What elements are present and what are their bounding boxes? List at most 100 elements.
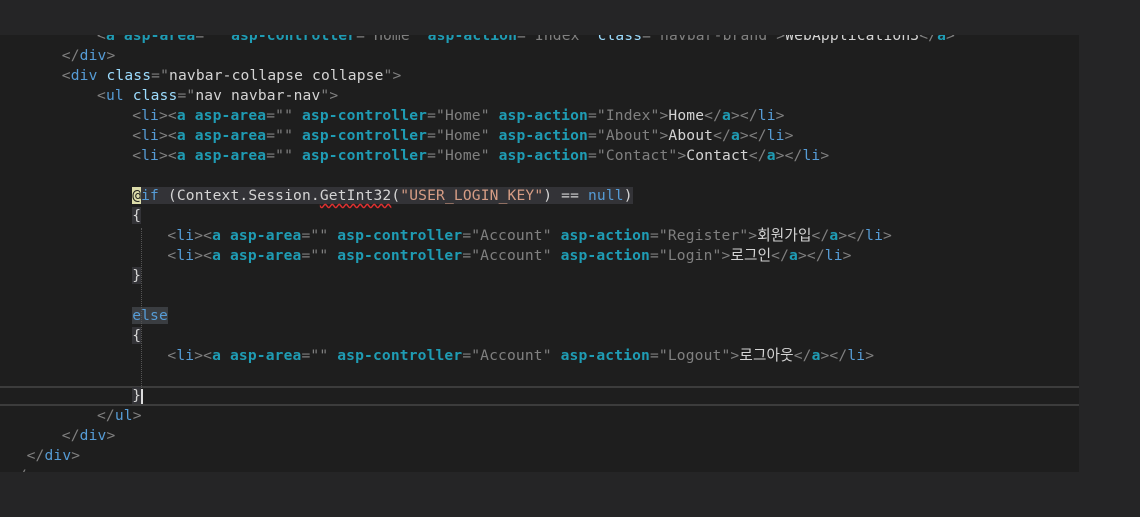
code-token-tag: ul (114, 407, 133, 424)
code-line[interactable]: <div class="navbar-collapse collapse"> (0, 66, 1079, 86)
code-token-punct: > (132, 407, 142, 424)
code-token-punct: ></ (838, 227, 866, 244)
code-token-punct: ="Home" (427, 127, 499, 144)
code-line[interactable]: <ul class="nav navbar-nav"> (0, 86, 1079, 106)
code-token-punct: </ (748, 147, 767, 164)
code-token-attr: class (597, 35, 643, 44)
code-token-tagattr: asp-area (123, 35, 196, 44)
code-token-punct: >< (194, 347, 213, 364)
code-token-punct: > (946, 35, 955, 44)
code-token-punct: ="" (266, 127, 302, 144)
code-token-text: 로그아웃 (739, 347, 794, 364)
code-token-tag: li (176, 247, 195, 264)
code-token-kw: null (587, 187, 624, 204)
code-token-brace: { (132, 207, 142, 224)
code-token-tag: nav (27, 467, 54, 472)
code-line[interactable]: </div> (0, 426, 1079, 446)
code-token-punct: ="Home" (356, 35, 428, 44)
code-line[interactable]: else (0, 306, 1079, 326)
code-token-punct: </ (811, 227, 830, 244)
code-line[interactable]: <li><a asp-area="" asp-controller="Accou… (0, 346, 1079, 366)
code-token-punct: > (106, 427, 116, 444)
code-line[interactable]: <a asp-area="" asp-controller="Home" asp… (0, 35, 1079, 46)
code-token-tagattr: asp-action (560, 227, 650, 244)
code-token-punct: ="" (301, 247, 338, 264)
code-token-punct: </ (919, 35, 938, 44)
code-token-tagname: a (212, 247, 230, 264)
code-line[interactable]: </div> (0, 446, 1079, 466)
code-token-punct: ="Register"> (650, 227, 758, 244)
code-token-punct: > (784, 127, 794, 144)
code-line[interactable]: <li><a asp-area="" asp-controller="Home"… (0, 106, 1079, 126)
code-token-tag: div (79, 427, 107, 444)
code-token-punct: </ (713, 127, 731, 144)
code-token-tag: li (141, 147, 159, 164)
code-token-csharp: ( (391, 187, 401, 204)
code-token-punct: < (97, 35, 106, 44)
code-line[interactable]: } (0, 386, 1079, 406)
code-token-punct: >< (194, 227, 213, 244)
text-caret (141, 388, 144, 404)
code-token-punct: ="" (266, 107, 302, 124)
code-token-tag: div (44, 447, 72, 464)
code-token-punct: ="Account" (462, 247, 561, 264)
code-token-tagattr: asp-controller (231, 35, 357, 44)
code-token-tagname: a (722, 107, 731, 124)
code-token-punct: > (71, 447, 81, 464)
code-token-tagattr: asp-controller (302, 107, 428, 124)
code-token-tag: li (141, 107, 159, 124)
code-token-punct: ="Logout"> (650, 347, 740, 364)
code-line[interactable]: <li><a asp-area="" asp-controller="Accou… (0, 246, 1079, 266)
code-token-str: navbar-collapse collapse (169, 67, 384, 84)
code-token-punct: > (820, 147, 830, 164)
code-token-punct: >< (194, 247, 213, 264)
code-token-punct: > (106, 47, 116, 64)
code-token-kw: if (141, 187, 159, 204)
code-token-punct: </ (61, 47, 80, 64)
indent-guide (141, 228, 143, 388)
code-line[interactable]: { (0, 326, 1079, 346)
code-token-method: GetInt32 (319, 187, 392, 204)
code-token-text: About (668, 127, 714, 144)
code-token-punct: </ (9, 467, 27, 472)
code-line[interactable]: </div> (0, 46, 1079, 66)
code-token-punct: ></ (797, 247, 825, 264)
code-token-punct: </ (704, 107, 723, 124)
code-line[interactable]: { (0, 206, 1079, 226)
code-line[interactable] (0, 286, 1079, 306)
code-token-punct: ="Home" (427, 107, 499, 124)
code-token-tagname: a (937, 35, 947, 44)
code-token-punct: ></ (739, 127, 767, 144)
code-editor[interactable]: <a asp-area="" asp-controller="Home" asp… (0, 35, 1079, 472)
code-line[interactable]: </nav> (0, 466, 1079, 472)
code-token-punct: </ (771, 247, 790, 264)
code-token-tag: li (802, 147, 821, 164)
code-token-tagattr: asp-controller (302, 147, 428, 164)
code-token-punct: < (132, 127, 142, 144)
code-token-punct: < (167, 247, 177, 264)
code-token-tagname: a (811, 347, 821, 364)
code-token-tagattr: asp-action (560, 347, 650, 364)
code-token-punct: ="Index"> (587, 107, 669, 124)
code-token-brace: } (132, 267, 142, 284)
code-token-tagattr: asp-area (229, 247, 302, 264)
code-token-tagattr: asp-controller (337, 227, 463, 244)
code-line[interactable] (0, 366, 1079, 386)
code-token-cstr: "USER_LOGIN_KEY" (400, 187, 544, 204)
code-line[interactable]: @if (Context.Session.GetInt32("USER_LOGI… (0, 186, 1079, 206)
code-token-tagattr: asp-area (194, 147, 267, 164)
code-token-tagattr: asp-action (498, 147, 588, 164)
code-token-tag: li (757, 107, 776, 124)
code-line[interactable]: <li><a asp-area="" asp-controller="Home"… (0, 146, 1079, 166)
code-line[interactable]: <li><a asp-area="" asp-controller="Home"… (0, 126, 1079, 146)
code-token-punct: "> (320, 87, 339, 104)
code-token-text: 로그인 (730, 247, 772, 264)
code-line[interactable] (0, 166, 1079, 186)
code-token-tagname: a (176, 127, 195, 144)
code-token-attr: class (106, 67, 152, 84)
code-line[interactable]: </ul> (0, 406, 1079, 426)
code-line[interactable]: <li><a asp-area="" asp-controller="Accou… (0, 226, 1079, 246)
code-token-tagattr: asp-action (498, 127, 588, 144)
code-token-punct: > (54, 467, 63, 472)
code-line[interactable]: } (0, 266, 1079, 286)
